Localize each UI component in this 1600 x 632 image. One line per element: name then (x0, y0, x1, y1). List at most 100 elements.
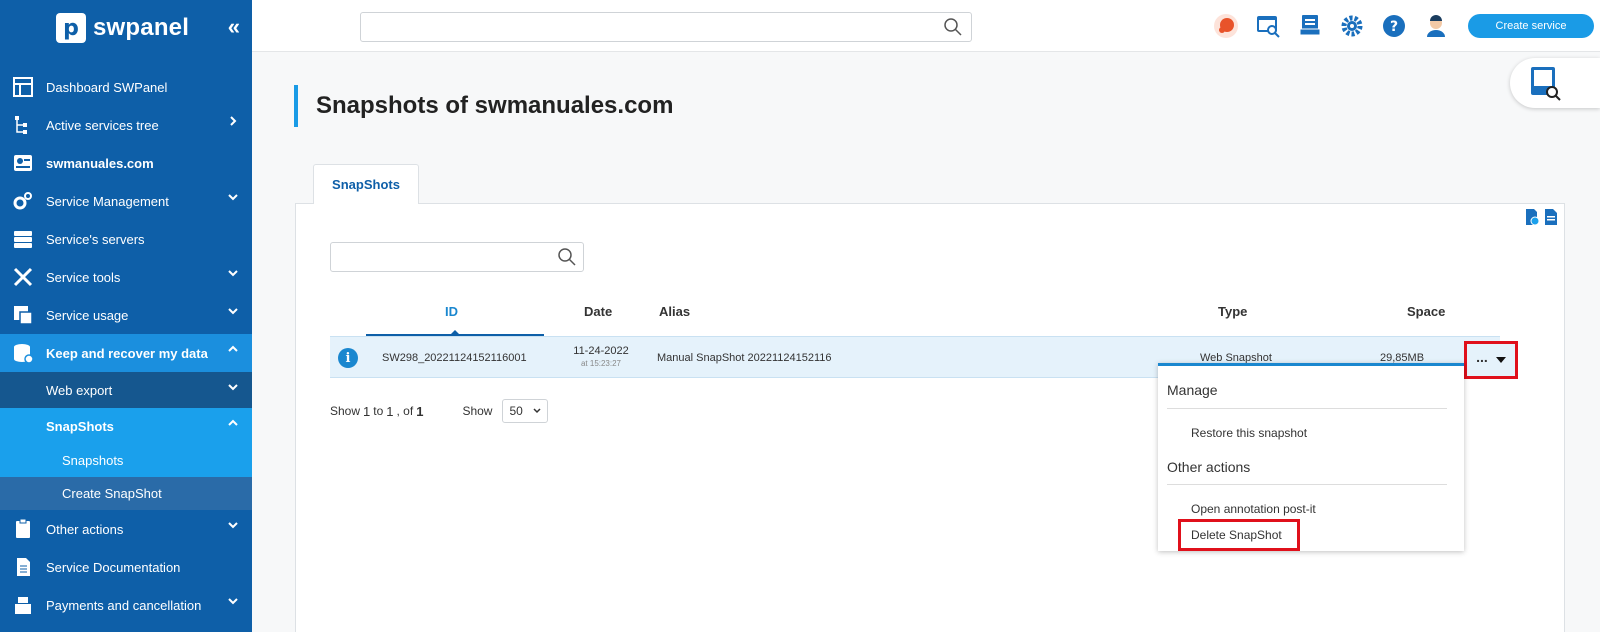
column-header-id[interactable]: ID (445, 304, 458, 319)
row-actions-dots: ... (1476, 349, 1488, 365)
sidebar-item-create-snapshot[interactable]: Create SnapShot (0, 477, 252, 510)
snapshot-search-input[interactable] (330, 242, 584, 272)
row-actions-button[interactable]: ... (1464, 341, 1518, 379)
chevron-down-icon (533, 408, 541, 414)
caret-down-icon (1495, 357, 1506, 363)
sidebar-item-label: Web export (46, 382, 113, 398)
snapshot-date-value: 11-24-2022 (573, 345, 629, 357)
chevron-down-icon (228, 308, 238, 315)
support-agent-icon[interactable] (1422, 12, 1450, 40)
document-icon (0, 556, 46, 578)
snapshot-id: SW298_20221124152116001 (382, 352, 527, 364)
sidebar-item-service-usage[interactable]: Service usage (0, 296, 252, 334)
chevron-down-icon (228, 270, 238, 277)
menu-item-label: Delete SnapShot (1191, 528, 1282, 542)
menu-divider (1167, 408, 1447, 409)
usage-icon (0, 304, 46, 326)
cash-register-icon (0, 594, 46, 616)
pagination-info: Show 1 to 1 , of 1 Show 50 (330, 399, 549, 423)
chevron-down-icon (228, 384, 238, 391)
pager-to-word: to (373, 404, 384, 418)
sidebar-item-web-export[interactable]: Web export (0, 372, 252, 408)
per-page-select[interactable]: 50 (502, 399, 549, 423)
column-header-date[interactable]: Date (584, 304, 612, 319)
svg-text:?: ? (1390, 19, 1398, 35)
tools-icon (0, 266, 46, 288)
create-service-button[interactable]: Create service (1468, 14, 1594, 38)
search-icon[interactable] (557, 247, 577, 267)
menu-header-manage: Manage (1167, 382, 1218, 398)
sidebar-item-services-servers[interactable]: Service's servers (0, 220, 252, 258)
logo-text: swpanel (93, 14, 190, 41)
topbar-icons: ? (1212, 12, 1450, 40)
pager-from: 1 (363, 403, 371, 419)
pager-show-label: Show (330, 404, 361, 418)
sidebar-item-label: Keep and recover my data (46, 345, 208, 361)
sidebar-item-label: swmanuales.com (46, 155, 154, 171)
manual-search-button[interactable] (1510, 58, 1600, 108)
chevron-down-icon (228, 598, 238, 605)
page-title-domain: swmanuales.com (474, 92, 674, 119)
sidebar-item-label: Payments and cancellation (46, 597, 202, 613)
chevron-up-icon (228, 345, 238, 352)
column-header-alias[interactable]: Alias (659, 304, 690, 319)
page-title-prefix: Snapshots of (316, 92, 475, 119)
sidebar-item-payments-cancellation[interactable]: Payments and cancellation (0, 586, 252, 624)
settings-gear-icon[interactable] (1338, 12, 1366, 40)
search-icon[interactable] (943, 17, 963, 37)
notifications-icon[interactable] (1212, 12, 1240, 40)
sidebar-item-dashboard[interactable]: Dashboard SWPanel (0, 68, 252, 106)
gears-icon (0, 190, 46, 212)
tab-snapshots[interactable]: SnapShots (313, 164, 419, 204)
global-search-input[interactable] (360, 12, 972, 42)
chevron-right-icon (230, 116, 237, 126)
sidebar-item-label: SnapShots (46, 418, 114, 434)
sidebar-item-keep-recover-data[interactable]: Keep and recover my data (0, 334, 252, 372)
logo[interactable]: p swpanel « (0, 0, 252, 56)
sidebar-item-label: Snapshots (62, 453, 124, 468)
help-icon[interactable]: ? (1380, 12, 1408, 40)
per-page-label: Show (462, 404, 493, 418)
column-header-type[interactable]: Type (1218, 304, 1247, 319)
collapse-sidebar-button[interactable]: « (228, 14, 240, 40)
sidebar-item-label: Service's servers (46, 231, 145, 247)
sidebar-item-snapshots[interactable]: Snapshots (0, 444, 252, 477)
sidebar-item-active-services-tree[interactable]: Active services tree (0, 106, 252, 144)
sidebar-nav: Dashboard SWPanel Active services tree s… (0, 68, 252, 624)
sidebar-item-service-documentation[interactable]: Service Documentation (0, 548, 252, 586)
sidebar-item-label: Dashboard SWPanel (46, 79, 168, 95)
server-icon (0, 228, 46, 250)
page-title: Snapshots of swmanuales.com (316, 92, 673, 120)
sidebar-item-other-actions[interactable]: Other actions (0, 510, 252, 548)
clipboard-icon (0, 518, 46, 540)
pager-of-word: , of (396, 404, 414, 418)
snapshot-alias: Manual SnapShot 20221124152116 (657, 352, 832, 364)
pager-total: 1 (416, 403, 424, 419)
sidebar-item-domain[interactable]: swmanuales.com (0, 144, 252, 182)
chevron-down-icon (228, 194, 238, 201)
sidebar-item-snapshots-group[interactable]: SnapShots (0, 408, 252, 444)
sort-caret-icon (450, 330, 460, 335)
sidebar-item-service-management[interactable]: Service Management (0, 182, 252, 220)
menu-item-restore-snapshot[interactable]: Restore this snapshot (1191, 426, 1307, 440)
sidebar-item-label: Active services tree (46, 117, 159, 133)
snapshot-date: 11-24-2022 at 15:23:27 (570, 345, 632, 368)
row-actions-menu: Manage Restore this snapshot Other actio… (1158, 363, 1464, 551)
export-settings-icon[interactable] (1524, 208, 1540, 226)
tree-icon (0, 114, 46, 136)
sidebar-item-label: Service usage (46, 307, 129, 323)
sidebar-item-label: Other actions (46, 521, 124, 537)
per-page-value: 50 (509, 404, 523, 418)
column-header-space[interactable]: Space (1407, 304, 1445, 319)
menu-item-delete-snapshot[interactable]: Delete SnapShot (1178, 519, 1300, 551)
sidebar-item-service-tools[interactable]: Service tools (0, 258, 252, 296)
export-document-icon[interactable] (1544, 208, 1558, 226)
menu-header-other-actions: Other actions (1167, 459, 1251, 475)
invoices-icon[interactable] (1296, 12, 1324, 40)
sidebar-item-label: Service Documentation (46, 559, 181, 575)
browser-search-icon[interactable] (1254, 12, 1282, 40)
info-icon[interactable]: i (338, 348, 358, 368)
book-search-icon (1531, 67, 1561, 101)
topbar: ? Create service (252, 0, 1600, 52)
menu-item-open-annotation[interactable]: Open annotation post-it (1191, 502, 1316, 516)
